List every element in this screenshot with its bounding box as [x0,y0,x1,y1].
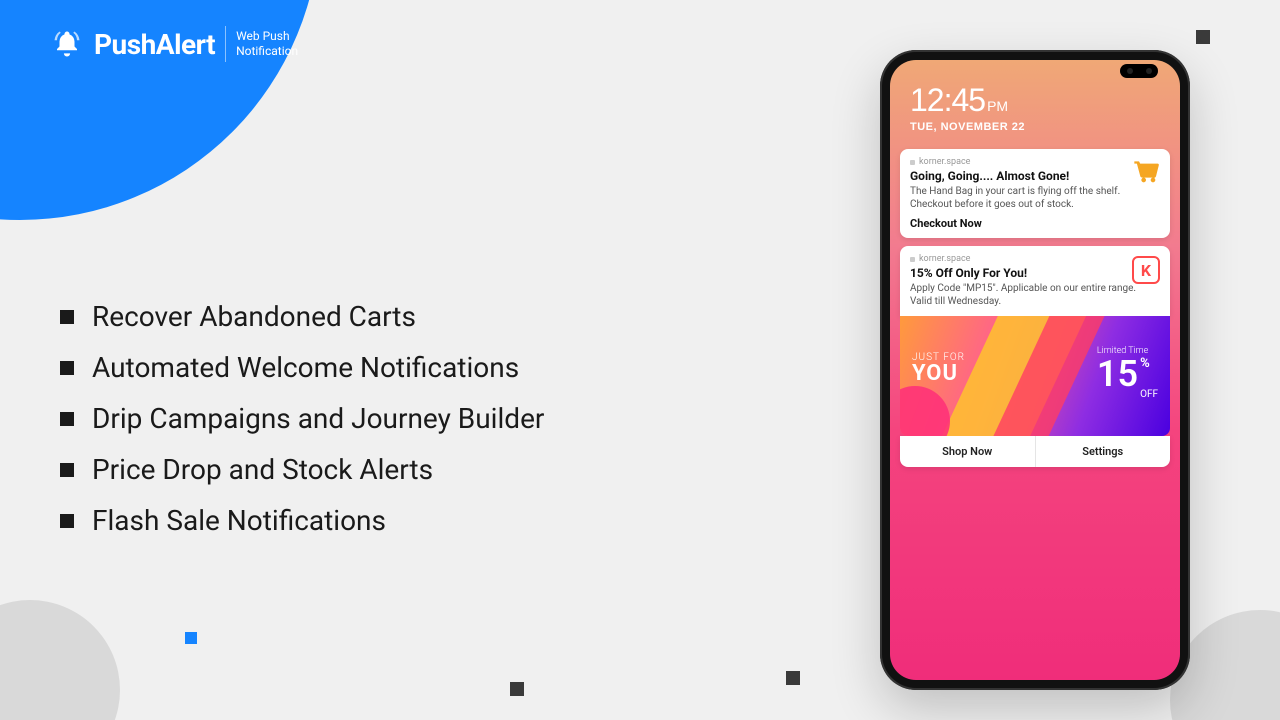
app-icon [910,160,915,165]
bullet-icon [60,412,74,426]
bullet-icon [60,310,74,324]
list-item: Recover Abandoned Carts [60,300,544,333]
clock-time: 12:45 [910,82,985,119]
brand-badge-icon: K [1132,256,1160,284]
phone-screen: 12:45 PM TUE, NOVEMBER 22 korner.space G… [890,60,1180,680]
deco-square [510,682,524,696]
brand-logo: PushAlert Web Push Notification [50,26,298,62]
bullet-icon [60,514,74,528]
bell-icon [50,27,84,61]
settings-button[interactable]: Settings [1036,436,1171,467]
notification-card[interactable]: korner.space Going, Going.... Almost Gon… [900,149,1170,238]
promo-percent: % [1140,356,1158,371]
notification-cta[interactable]: Checkout Now [910,217,1160,230]
phone-mockup: 12:45 PM TUE, NOVEMBER 22 korner.space G… [880,50,1190,690]
shop-now-button[interactable]: Shop Now [900,436,1036,467]
notification-title: 15% Off Only For You! [910,266,1160,280]
notification-actions: Shop Now Settings [900,436,1170,467]
bullet-icon [60,361,74,375]
notification-card[interactable]: korner.space 15% Off Only For You! Apply… [900,246,1170,316]
notification-body: Apply Code "MP15". Applicable on our ent… [910,282,1160,308]
list-item: Price Drop and Stock Alerts [60,453,544,486]
bullet-icon [60,463,74,477]
app-icon [910,257,915,262]
cart-icon [1132,159,1160,187]
divider [225,26,226,62]
feature-list: Recover Abandoned Carts Automated Welcom… [60,300,544,555]
grey-circle-left [0,600,120,720]
notification-source: korner.space [910,254,1160,264]
phone-camera-cutout [1120,64,1158,78]
deco-square [185,632,197,644]
list-item: Drip Campaigns and Journey Builder [60,402,544,435]
promo-off: OFF [1140,389,1158,400]
list-item: Automated Welcome Notifications [60,351,544,384]
notification-source: korner.space [910,157,1160,167]
brand-name: PushAlert [94,28,215,61]
clock-ampm: PM [987,98,1008,114]
clock-date: TUE, NOVEMBER 22 [910,121,1160,133]
list-item: Flash Sale Notifications [60,504,544,537]
deco-square [786,671,800,685]
promo-number: 15 [1097,356,1138,392]
promo-banner: JUST FOR YOU Limited Time 15 % OFF [900,316,1170,436]
deco-square [1196,30,1210,44]
brand-tagline: Web Push Notification [236,29,298,59]
promo-text: YOU [912,361,965,386]
notification-body: The Hand Bag in your cart is flying off … [910,185,1160,211]
notification-title: Going, Going.... Almost Gone! [910,169,1160,183]
